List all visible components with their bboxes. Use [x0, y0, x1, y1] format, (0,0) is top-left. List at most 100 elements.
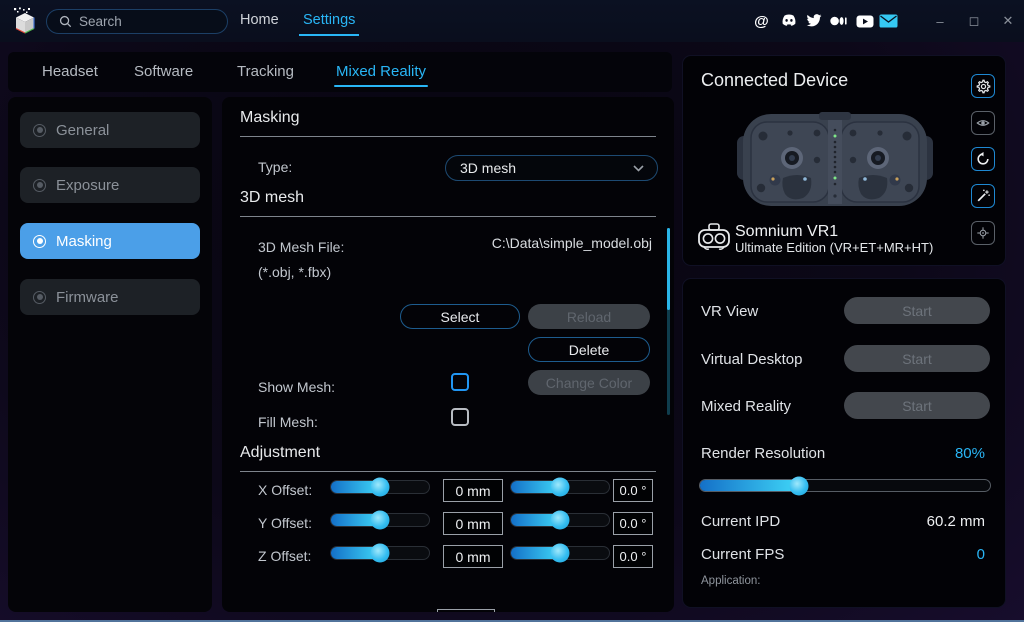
app-window: Search Home Settings @ — [0, 0, 1024, 622]
x-offset-deg-value[interactable]: 0.0 ° — [613, 479, 653, 502]
x-offset-mm-slider[interactable] — [330, 480, 430, 494]
radio-icon — [33, 291, 46, 304]
nav-home[interactable]: Home — [240, 12, 279, 28]
masking-content: Masking Type: 3D mesh 3D mesh 3D Mesh Fi… — [222, 97, 674, 612]
sidebar-item-general[interactable]: General — [20, 112, 200, 148]
x-offset-mm-value[interactable]: 0 mm — [443, 479, 503, 502]
discord-icon[interactable] — [779, 13, 798, 29]
eye-icon — [976, 117, 990, 129]
mail-icon[interactable] — [879, 13, 898, 29]
y-offset-mm-value[interactable]: 0 mm — [443, 512, 503, 535]
device-reset-button[interactable] — [971, 147, 995, 171]
vr-view-start-button[interactable]: Start — [844, 297, 990, 324]
wand-icon — [976, 189, 990, 203]
current-ipd-label: Current IPD — [701, 513, 780, 530]
current-fps-label: Current FPS — [701, 546, 784, 563]
clipped-next-row-box — [437, 609, 495, 612]
search-input[interactable]: Search — [46, 9, 228, 34]
calibration-button[interactable] — [971, 221, 995, 245]
virtual-desktop-label: Virtual Desktop — [701, 351, 802, 368]
sidebar-item-exposure[interactable]: Exposure — [20, 167, 200, 203]
z-offset-mm-slider[interactable] — [330, 546, 430, 560]
mesh-section-title: 3D mesh — [240, 189, 656, 217]
render-resolution-slider[interactable] — [699, 479, 991, 492]
radio-icon — [33, 124, 46, 137]
show-mesh-checkbox[interactable] — [451, 373, 469, 391]
slider-knob[interactable] — [551, 544, 570, 563]
change-color-button[interactable]: Change Color — [528, 370, 650, 395]
z-offset-deg-value[interactable]: 0.0 ° — [613, 545, 653, 568]
device-edition: Ultimate Edition (VR+ET+MR+HT) — [735, 240, 933, 255]
nav-settings[interactable]: Settings — [303, 12, 355, 28]
device-name: Somnium VR1 — [735, 223, 838, 241]
fill-mesh-checkbox[interactable] — [451, 408, 469, 426]
sidebar-item-firmware[interactable]: Firmware — [20, 279, 200, 315]
slider-knob[interactable] — [551, 511, 570, 530]
type-label: Type: — [258, 159, 292, 175]
z-offset-deg-slider[interactable] — [510, 546, 610, 560]
tab-tracking[interactable]: Tracking — [237, 63, 294, 80]
device-settings-button[interactable] — [971, 74, 995, 98]
vr-headset-icon — [696, 222, 732, 254]
y-offset-deg-value[interactable]: 0.0 ° — [613, 512, 653, 535]
tab-mixed-reality[interactable]: Mixed Reality — [336, 63, 426, 80]
tab-software[interactable]: Software — [134, 63, 193, 80]
y-offset-deg-slider[interactable] — [510, 513, 610, 527]
show-mesh-label: Show Mesh: — [258, 379, 335, 395]
masking-section-title: Masking — [240, 109, 656, 137]
mesh-file-hint: (*.obj, *.fbx) — [258, 264, 331, 280]
maximize-button[interactable]: ◻ — [964, 11, 984, 31]
app-logo-icon — [11, 7, 39, 35]
delete-button[interactable]: Delete — [528, 337, 650, 362]
z-offset-mm-value[interactable]: 0 mm — [443, 545, 503, 568]
render-resolution-label: Render Resolution — [701, 445, 825, 462]
setup-wizard-button[interactable] — [971, 184, 995, 208]
virtual-desktop-start-button[interactable]: Start — [844, 345, 990, 372]
chevron-down-icon — [633, 165, 644, 172]
x-offset-label: X Offset: — [258, 482, 312, 498]
mixed-reality-start-button[interactable]: Start — [844, 392, 990, 419]
connected-device-panel: Connected Device — [682, 55, 1006, 266]
at-icon[interactable]: @ — [752, 13, 771, 29]
y-offset-label: Y Offset: — [258, 515, 312, 531]
slider-knob[interactable] — [371, 511, 390, 530]
reload-button[interactable]: Reload — [528, 304, 650, 329]
radio-selected-icon — [33, 235, 46, 248]
mesh-file-label: 3D Mesh File: — [258, 239, 344, 255]
minimize-button[interactable]: – — [930, 11, 950, 31]
type-dropdown[interactable]: 3D mesh — [445, 155, 658, 181]
masking-sidebar: General Exposure Masking Firmware — [8, 97, 212, 612]
connected-device-title: Connected Device — [701, 70, 848, 91]
sidebar-item-label: Masking — [56, 233, 112, 250]
calibration-target-icon — [976, 226, 990, 240]
z-offset-label: Z Offset: — [258, 548, 311, 564]
gear-icon — [976, 79, 991, 94]
headset-image — [735, 100, 935, 212]
search-icon — [59, 15, 72, 28]
sidebar-item-masking[interactable]: Masking — [20, 223, 200, 259]
type-dropdown-value: 3D mesh — [460, 160, 516, 176]
x-offset-deg-slider[interactable] — [510, 480, 610, 494]
slider-knob[interactable] — [371, 544, 390, 563]
vr-view-label: VR View — [701, 303, 758, 320]
twitter-icon[interactable] — [804, 13, 823, 29]
render-resolution-value: 80% — [955, 445, 985, 462]
slider-knob[interactable] — [789, 476, 808, 495]
youtube-icon[interactable] — [855, 13, 874, 29]
sidebar-item-label: Exposure — [56, 177, 119, 194]
search-placeholder: Search — [79, 14, 122, 29]
select-button[interactable]: Select — [400, 304, 520, 329]
settings-tab-bar: Headset Software Tracking Mixed Reality — [8, 52, 672, 92]
sidebar-item-label: General — [56, 122, 109, 139]
y-offset-mm-slider[interactable] — [330, 513, 430, 527]
mesh-file-value: C:\Data\simple_model.obj — [492, 235, 652, 251]
eye-tracking-button[interactable] — [971, 111, 995, 135]
slider-knob[interactable] — [551, 478, 570, 497]
scrollbar-thumb[interactable] — [667, 228, 670, 310]
tab-headset[interactable]: Headset — [42, 63, 98, 80]
top-bar: Search Home Settings @ — [0, 0, 1024, 42]
medium-icon[interactable] — [829, 13, 848, 29]
application-label: Application: — [701, 575, 760, 587]
close-button[interactable]: ✕ — [998, 11, 1018, 31]
slider-knob[interactable] — [371, 478, 390, 497]
